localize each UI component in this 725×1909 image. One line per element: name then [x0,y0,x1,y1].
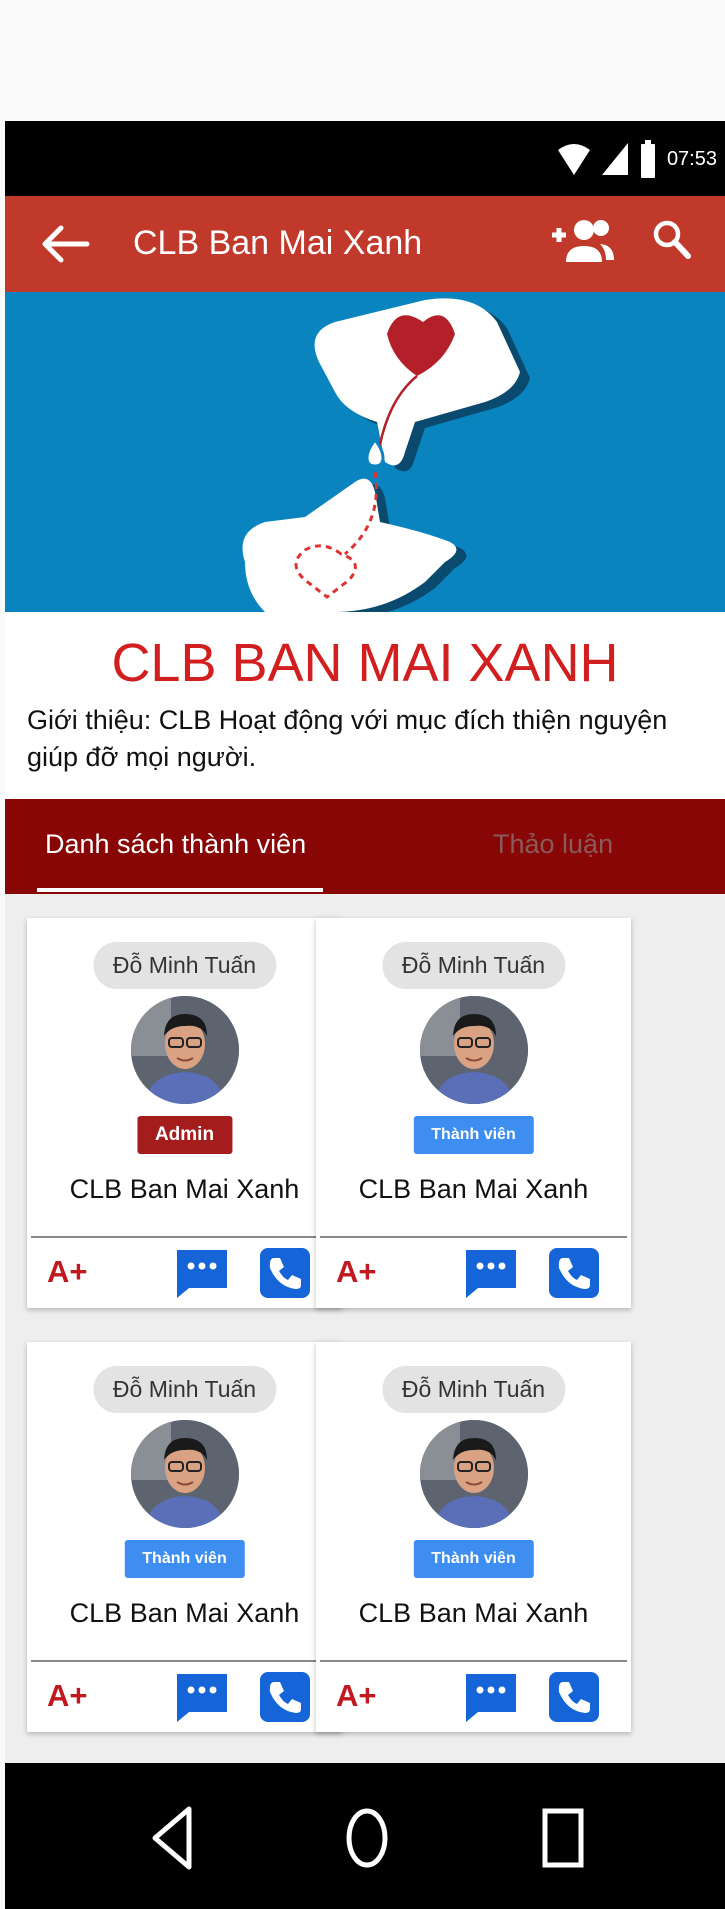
club-title: CLB BAN MAI XANH [111,633,619,693]
blood-type: A+ [47,1254,88,1289]
status-bar: 07:53 [5,121,725,196]
member-grid: Đỗ Minh Tuấn Admin CLB Ban Mai Xanh A+ Đ… [5,894,725,1763]
arrow-left-icon[interactable] [41,222,91,266]
chat-bubble-icon[interactable] [175,1672,229,1722]
triangle-back-icon[interactable] [145,1803,205,1873]
wifi-icon [557,144,590,175]
app-screen: 07:53 CLB Ban Mai Xanh CLB BAN MAI XANH … [5,0,725,1909]
role-badge: Thành viên [413,1540,534,1578]
blood-type: A+ [47,1678,88,1713]
person-add-icon[interactable] [550,216,616,266]
call-button[interactable] [260,1672,310,1722]
member-name: Đỗ Minh Tuấn [92,942,277,989]
call-button[interactable] [549,1672,599,1722]
call-button[interactable] [260,1248,310,1298]
phone-icon [558,1682,590,1713]
system-nav-bar [5,1763,725,1909]
call-button[interactable] [549,1248,599,1298]
tab-indicator [37,888,323,892]
blood-type: A+ [336,1678,377,1713]
avatar-photo [419,996,528,1104]
chat-bubble-icon[interactable] [175,1248,229,1298]
member-name: Đỗ Minh Tuấn [381,942,566,989]
square-recent-icon[interactable] [535,1803,595,1873]
avatar-photo [130,996,239,1104]
top-spacer [5,0,725,121]
member-club: CLB Ban Mai Xanh [358,1598,589,1628]
tab-bar: Danh sách thành viên Thảo luận [5,799,725,894]
battery-icon [640,140,655,178]
role-badge: Admin [136,1116,233,1154]
role-badge: Thành viên [413,1116,534,1154]
member-card[interactable]: Đỗ Minh Tuấn Thành viên CLB Ban Mai Xanh… [27,1342,342,1732]
member-card[interactable]: Đỗ Minh Tuấn Thành viên CLB Ban Mai Xanh… [316,918,631,1308]
member-club: CLB Ban Mai Xanh [69,1598,300,1628]
avatar[interactable] [419,996,528,1104]
chat-bubble-icon[interactable] [464,1672,518,1722]
app-bar: CLB Ban Mai Xanh [5,196,725,292]
avatar[interactable] [130,1420,239,1528]
avatar[interactable] [419,1420,528,1528]
card-divider [320,1236,627,1238]
tab-discussion[interactable]: Thảo luận [493,829,613,860]
status-time: 07:53 [666,147,717,170]
member-card[interactable]: Đỗ Minh Tuấn Admin CLB Ban Mai Xanh A+ [27,918,342,1308]
member-club: CLB Ban Mai Xanh [69,1174,300,1204]
member-name: Đỗ Minh Tuấn [92,1366,277,1413]
phone-icon [269,1682,301,1713]
app-bar-title: CLB Ban Mai Xanh [133,224,423,262]
blood-type: A+ [336,1254,377,1289]
hands-heart-illustration [242,298,530,612]
search-icon[interactable] [650,216,694,266]
card-divider [320,1660,627,1662]
club-intro: Giới thiệu: CLB Hoạt động với mục đích t… [27,705,668,772]
phone-icon [269,1258,301,1289]
chat-bubble-icon[interactable] [464,1248,518,1298]
circle-home-icon[interactable] [337,1803,397,1873]
phone-icon [558,1258,590,1289]
avatar-photo [130,1420,239,1528]
member-card[interactable]: Đỗ Minh Tuấn Thành viên CLB Ban Mai Xanh… [316,1342,631,1732]
avatar-photo [419,1420,528,1528]
member-name: Đỗ Minh Tuấn [381,1366,566,1413]
signal-icon [601,143,628,175]
status-icons: 07:53 [557,139,725,179]
role-badge: Thành viên [124,1540,245,1578]
avatar[interactable] [130,996,239,1104]
card-divider [31,1236,338,1238]
club-info: CLB BAN MAI XANH Giới thiệu: CLB Hoạt độ… [5,612,725,799]
card-divider [31,1660,338,1662]
member-club: CLB Ban Mai Xanh [358,1174,589,1204]
club-banner [5,292,725,612]
tab-members[interactable]: Danh sách thành viên [45,829,306,860]
